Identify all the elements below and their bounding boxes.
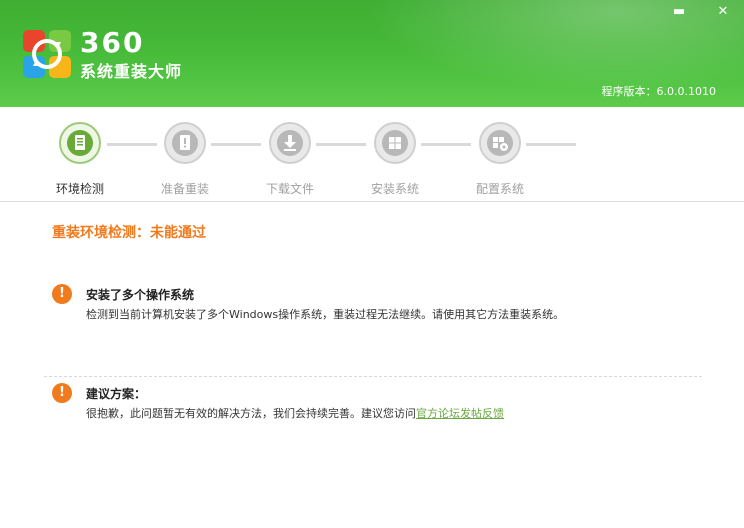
warning-icon: ! [52,383,72,403]
step-circle [59,122,101,164]
divider [44,376,702,377]
warning-icon: ! [52,284,72,304]
app-header: 360 系统重装大师 ▬ ✕ 程序版本：6.0.0.1010 [0,0,744,107]
step-connector [107,143,157,146]
step-prepare: 准备重装 [155,122,215,197]
forum-feedback-link[interactable]: 官方论坛发帖反馈 [416,407,504,420]
step-label: 配置系统 [475,182,524,196]
step-connector [211,143,261,146]
step-label: 准备重装 [160,182,209,196]
windows-install-icon [382,130,408,156]
step-connector [421,143,471,146]
close-icon: ✕ [717,4,729,19]
windows-gear-icon [487,130,513,156]
step-label: 环境检测 [55,182,104,196]
step-connector [316,143,366,146]
step-circle [164,122,206,164]
version-label: 程序版本：6.0.0.1010 [601,85,716,98]
issue-title: 安装了多个操作系统 [86,288,195,302]
download-icon [277,130,303,156]
main-content: 重装环境检测：未能通过 ! 安装了多个操作系统 检测到当前计算机安装了多个Win… [0,202,744,528]
step-download: 下载文件 [260,122,320,197]
check-result-title: 重装环境检测：未能通过 [52,225,206,241]
suggestion-description: 很抱歉，此问题暂无有效的解决方法，我们会持续完善。建议您访问官方论坛发帖反馈 [86,405,504,421]
minimize-icon: ▬ [672,4,686,19]
close-button[interactable]: ✕ [712,2,734,22]
step-circle [374,122,416,164]
360-logo-icon [23,30,71,78]
monitor-check-icon [67,130,93,156]
step-install: 安装系统 [365,122,425,197]
app-subtitle: 系统重装大师 [80,62,183,81]
warning-doc-icon [172,130,198,156]
step-label: 安装系统 [370,182,419,196]
step-circle [479,122,521,164]
step-connector [526,143,576,146]
step-configure: 配置系统 [470,122,530,197]
suggestion-title: 建议方案： [86,387,147,401]
step-circle [269,122,311,164]
step-progress-bar: 环境检测 准备重装 下载文件 安装系统 配置系统 [0,107,744,202]
app-name: 360 [80,26,145,59]
step-label: 下载文件 [265,182,314,196]
suggestion-text: 很抱歉，此问题暂无有效的解决方法，我们会持续完善。建议您访问 [86,407,416,420]
step-environment-check: 环境检测 [50,122,110,197]
issue-description: 检测到当前计算机安装了多个Windows操作系统，重装过程无法继续。请使用其它方… [86,308,565,321]
minimize-button[interactable]: ▬ [668,2,690,22]
